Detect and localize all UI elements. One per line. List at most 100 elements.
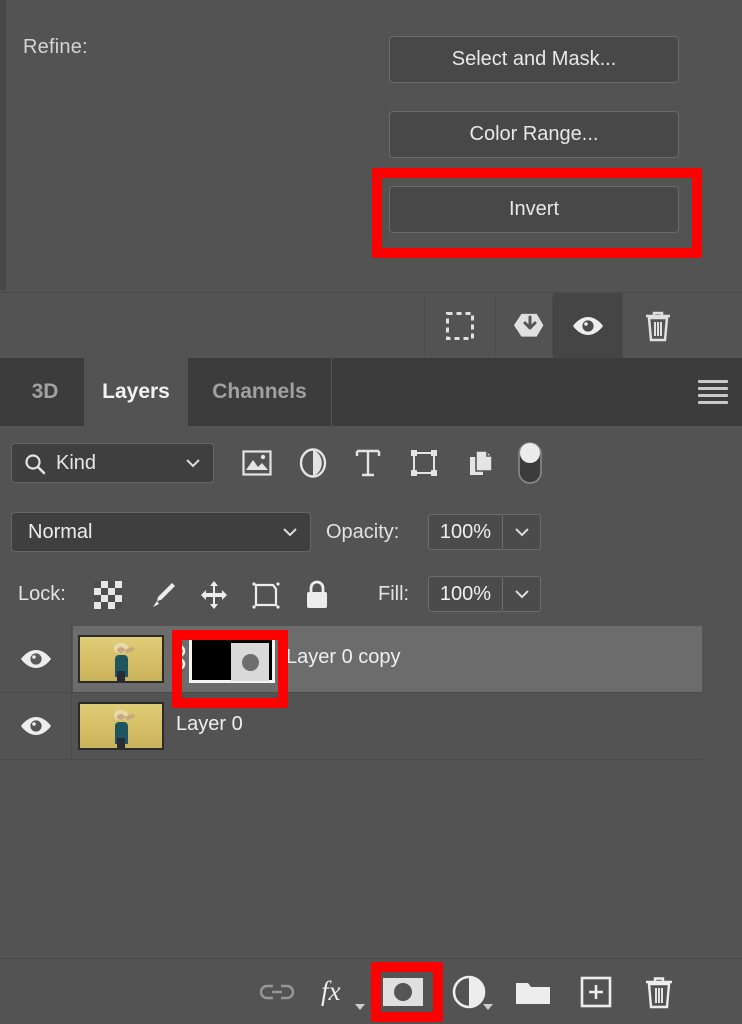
eye-icon	[19, 715, 53, 737]
chevron-down-icon	[185, 458, 201, 468]
fill-input[interactable]: 100%	[428, 576, 503, 612]
lock-all-button[interactable]	[297, 575, 337, 615]
tab-3d[interactable]: 3D	[6, 358, 84, 426]
mask-link-icon[interactable]	[172, 640, 186, 680]
folder-icon	[514, 977, 552, 1007]
blend-mode-select[interactable]: Normal	[11, 512, 311, 552]
plus-square-icon	[580, 976, 612, 1008]
diamond-arrow-icon	[514, 311, 548, 341]
link-icon	[258, 982, 296, 1002]
trash-icon	[644, 975, 674, 1009]
opacity-input[interactable]: 100%	[428, 514, 503, 550]
refine-label: Refine:	[23, 36, 88, 58]
search-icon	[24, 453, 46, 475]
new-group-button[interactable]	[502, 959, 564, 1024]
filter-smart-objects-button[interactable]	[460, 443, 502, 483]
filter-kind-select[interactable]: Kind	[11, 443, 214, 483]
lock-transparent-pixels-button[interactable]	[88, 575, 128, 615]
select-and-mask-button[interactable]: Select and Mask...	[389, 36, 679, 83]
layers-bottom-toolbar: fx	[0, 958, 742, 1024]
tab-divider	[331, 358, 332, 426]
lock-artboard-nesting-button[interactable]	[246, 575, 286, 615]
color-range-button[interactable]: Color Range...	[389, 111, 679, 158]
delete-mask-button[interactable]	[623, 293, 693, 359]
select-and-mask-label: Select and Mask...	[451, 48, 617, 70]
layer-visibility-toggle[interactable]	[0, 693, 72, 759]
marching-ants-selection-icon	[446, 312, 474, 340]
chevron-down-icon[interactable]	[354, 1003, 366, 1011]
move-arrows-icon	[199, 580, 229, 610]
new-adjustment-layer-button[interactable]	[438, 959, 500, 1024]
add-mask-icon	[381, 976, 425, 1008]
half-circle-icon	[452, 975, 486, 1009]
layer-row-content[interactable]: Layer 0	[73, 693, 702, 759]
eye-icon	[571, 315, 605, 337]
new-layer-button[interactable]	[565, 959, 627, 1024]
layer-name-label: Layer 0	[176, 713, 243, 735]
tab-channels-label: Channels	[212, 380, 307, 403]
mask-toolbar	[0, 292, 742, 359]
link-layers-button[interactable]	[246, 959, 308, 1024]
opacity-stepper-chevron-down-icon[interactable]	[503, 514, 541, 550]
tab-layers[interactable]: Layers	[84, 358, 188, 426]
layers-right-gutter	[702, 626, 742, 958]
opacity-value: 100%	[439, 520, 492, 543]
image-icon	[242, 450, 272, 476]
layer-style-fx-button[interactable]: fx	[310, 959, 372, 1024]
checkerboard-icon	[94, 581, 122, 609]
load-selection-from-mask-button[interactable]	[425, 293, 495, 359]
disable-enable-mask-button[interactable]	[553, 293, 623, 359]
lock-label: Lock:	[18, 583, 66, 605]
chevron-down-icon	[282, 527, 298, 537]
hamburger-menu-icon[interactable]	[698, 380, 728, 404]
tab-layers-label: Layers	[102, 380, 170, 403]
refine-section: Refine: Select and Mask... Color Range..…	[6, 0, 702, 290]
blend-mode-row: Normal Opacity: 100%	[0, 501, 742, 563]
lock-image-pixels-button[interactable]	[143, 575, 183, 615]
photoshop-layers-panel: Refine: Select and Mask... Color Range..…	[0, 0, 742, 1024]
delete-layer-button[interactable]	[628, 959, 690, 1024]
letter-t-icon	[354, 448, 382, 478]
blend-mode-value: Normal	[28, 520, 93, 543]
filter-shape-layers-button[interactable]	[403, 443, 445, 483]
toggle-switch-icon	[517, 441, 543, 485]
chevron-down-icon[interactable]	[482, 1003, 494, 1011]
filter-pixel-layers-button[interactable]	[236, 443, 278, 483]
layer-thumbnail[interactable]	[78, 702, 164, 750]
fill-value: 100%	[439, 582, 492, 605]
tab-channels[interactable]: Channels	[188, 358, 331, 426]
filter-adjustment-layers-button[interactable]	[292, 443, 334, 483]
layer-thumbnail[interactable]	[78, 635, 164, 683]
paintbrush-icon	[148, 580, 178, 610]
layers-list: Layer 0 copy Layer 0	[0, 626, 742, 958]
layers-panel-body: Kind Normal Opacity: 100% Lock: Fill: 10…	[0, 426, 742, 958]
lock-position-button[interactable]	[194, 575, 234, 615]
artboard-icon	[251, 581, 281, 609]
refine-right-gutter	[702, 0, 742, 290]
layer-visibility-toggle[interactable]	[0, 626, 72, 692]
invert-button[interactable]: Invert	[389, 186, 679, 233]
table-row[interactable]: Layer 0	[0, 693, 702, 760]
layer-name-label: Layer 0 copy	[286, 646, 401, 668]
half-circle-icon	[299, 448, 327, 478]
panel-tab-bar: 3D Layers Channels	[0, 358, 742, 426]
layer-mask-thumbnail[interactable]	[189, 635, 275, 683]
filter-enable-toggle[interactable]	[513, 441, 547, 485]
filter-kind-label: Kind	[56, 451, 97, 474]
invert-label: Invert	[508, 198, 560, 220]
lock-row: Lock: Fill: 100%	[0, 563, 742, 626]
fill-label: Fill:	[378, 583, 410, 605]
color-range-label: Color Range...	[469, 123, 599, 145]
trash-icon	[644, 310, 672, 342]
svg-text:fx: fx	[321, 976, 341, 1006]
padlock-icon	[304, 580, 330, 610]
table-row[interactable]: Layer 0 copy	[0, 626, 702, 693]
opacity-label: Opacity:	[326, 521, 400, 543]
add-layer-mask-button[interactable]	[372, 959, 434, 1024]
filter-type-layers-button[interactable]	[347, 443, 389, 483]
layer-filter-row: Kind	[0, 426, 742, 501]
eye-icon	[19, 648, 53, 670]
tab-3d-label: 3D	[31, 380, 59, 403]
fill-stepper-chevron-down-icon[interactable]	[503, 576, 541, 612]
layer-row-content[interactable]: Layer 0 copy	[73, 626, 702, 692]
